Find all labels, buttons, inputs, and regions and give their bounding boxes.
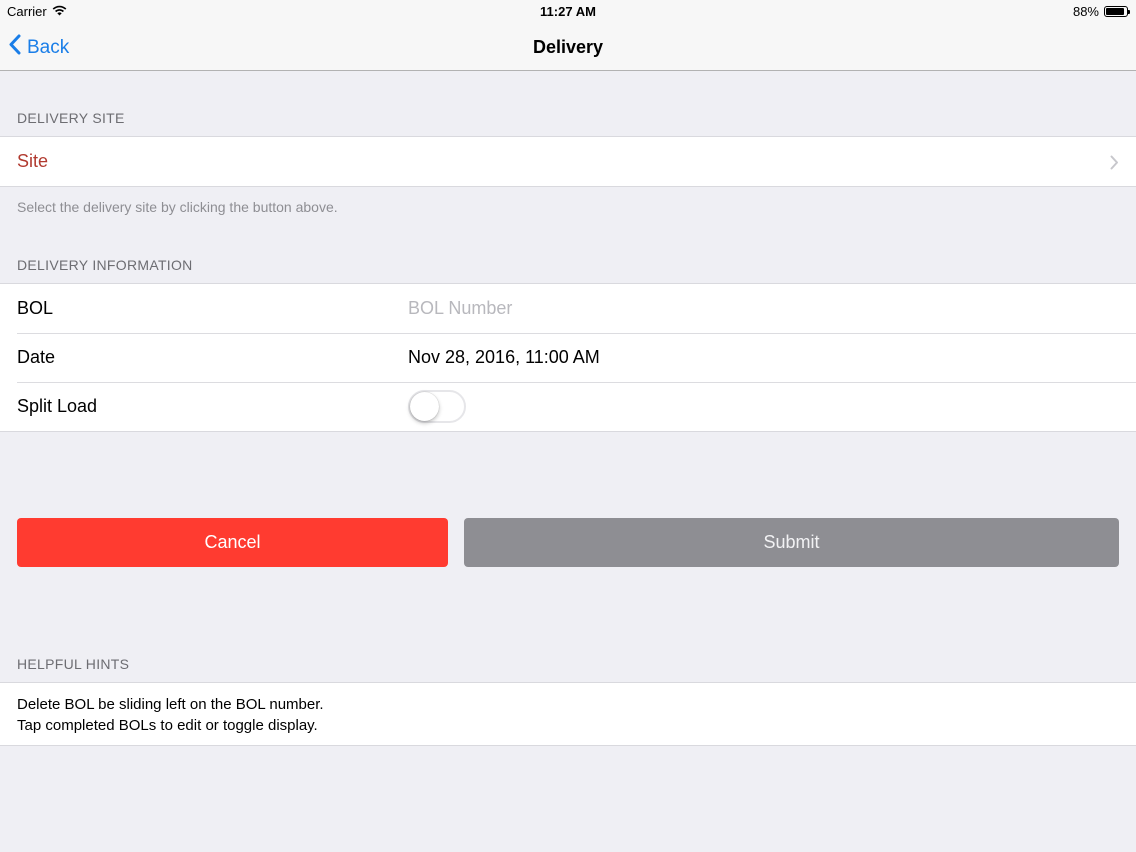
bol-label: BOL	[17, 298, 54, 318]
hint-line: Delete BOL be sliding left on the BOL nu…	[17, 696, 324, 713]
chevron-right-icon	[1110, 154, 1119, 175]
toggle-knob	[410, 392, 439, 421]
submit-button[interactable]: Submit	[464, 518, 1119, 567]
delivery-site-group: Site	[0, 136, 1136, 187]
split-load-row: Split Load	[0, 382, 1136, 431]
date-value[interactable]: Nov 28, 2016, 11:00 AM	[408, 347, 600, 368]
status-bar: Carrier 11:27 AM 88%	[0, 0, 1136, 24]
battery-fill	[1106, 8, 1124, 15]
date-label: Date	[17, 347, 56, 367]
delivery-information-group: BOL BOL Number Date Nov 28, 2016, 11:00 …	[0, 283, 1136, 432]
delivery-site-header: DELIVERY SITE	[17, 110, 125, 126]
hint-line: Tap completed BOLs to edit or toggle dis…	[17, 717, 318, 734]
cancel-button[interactable]: Cancel	[17, 518, 448, 567]
delivery-site-footer: Select the delivery site by clicking the…	[17, 199, 338, 215]
site-label: Site	[17, 151, 49, 171]
battery-icon	[1104, 6, 1130, 17]
battery-percent: 88%	[1072, 4, 1099, 19]
status-time: 11:27 AM	[540, 4, 596, 19]
date-row[interactable]: Date Nov 28, 2016, 11:00 AM	[0, 333, 1136, 382]
status-battery: 88%	[1072, 4, 1130, 19]
split-load-label: Split Load	[17, 396, 98, 416]
bol-row: BOL BOL Number	[0, 284, 1136, 333]
bol-number-input[interactable]: BOL Number	[408, 298, 512, 319]
helpful-hints-header: HELPFUL HINTS	[17, 656, 130, 672]
navigation-bar: Back Delivery	[0, 24, 1136, 71]
site-row[interactable]: Site	[0, 137, 1136, 186]
helpful-hints-group: Delete BOL be sliding left on the BOL nu…	[0, 682, 1136, 746]
split-load-toggle[interactable]	[408, 390, 466, 423]
delivery-information-header: DELIVERY INFORMATION	[17, 257, 193, 273]
page-title: Delivery	[532, 37, 604, 57]
